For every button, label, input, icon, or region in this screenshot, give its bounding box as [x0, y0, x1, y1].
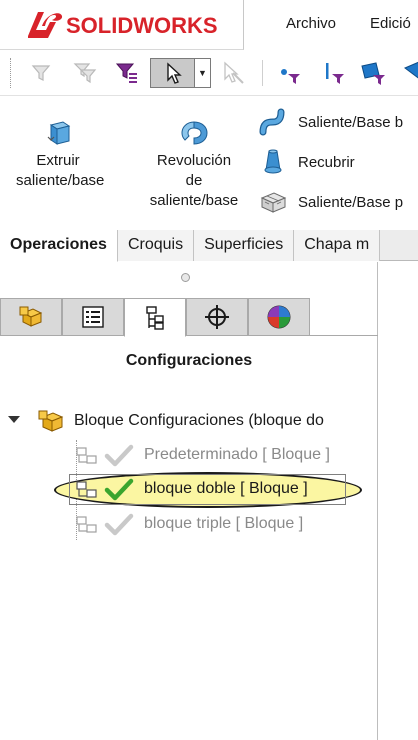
menu-archivo[interactable]: Archivo: [286, 15, 336, 32]
revolve-icon: [181, 121, 208, 145]
loft-label: Recubrir: [298, 153, 355, 171]
config-label: bloque doble [ Bloque ]: [144, 480, 308, 497]
check-icon: [104, 513, 134, 536]
solidworks-logo[interactable]: SOLIDWORKS: [0, 0, 244, 50]
features-ribbon: Extruir saliente/base Revolución de sali…: [0, 97, 418, 230]
tab-superficies[interactable]: Superficies: [194, 230, 295, 261]
extrude-icon: [47, 121, 71, 145]
select-pointer-icon[interactable]: [150, 58, 195, 88]
loft-boss-button[interactable]: Recubrir: [258, 147, 355, 177]
panel-grip[interactable]: [181, 273, 190, 282]
select-dropdown-icon[interactable]: ▼: [195, 58, 211, 88]
configuration-icon: [76, 481, 97, 498]
cone-icon[interactable]: [398, 58, 418, 88]
point-icon[interactable]: [274, 58, 304, 88]
property-manager-icon[interactable]: [62, 298, 124, 336]
configuration-icon: [76, 516, 97, 533]
toolbar-separator: [262, 60, 263, 86]
panel-title: Configuraciones: [125, 352, 253, 369]
extrude-label-2: saliente/base: [16, 172, 105, 189]
selection-toolbar: ▼: [0, 50, 418, 96]
active-check-icon: [104, 478, 134, 501]
feature-manager-icon[interactable]: [0, 298, 62, 336]
config-item-bloque-doble[interactable]: bloque doble [ Bloque ]: [76, 474, 308, 504]
sweep-label: Saliente/Base b: [298, 113, 404, 131]
configuration-icon: [76, 447, 97, 464]
filter-icon[interactable]: [26, 58, 56, 88]
extrude-boss-button[interactable]: Extruir saliente/base: [16, 119, 105, 191]
tab-operaciones[interactable]: Operaciones: [0, 230, 118, 262]
face-filter-icon[interactable]: [358, 58, 388, 88]
config-item-predeterminado[interactable]: Predeterminado [ Bloque ]: [76, 440, 330, 470]
filter-selection-icon[interactable]: [112, 58, 142, 88]
command-manager-tabs: Operaciones Croquis Superficies Chapa m: [0, 230, 418, 262]
tab-croquis[interactable]: Croquis: [117, 230, 195, 261]
graphics-area[interactable]: [379, 262, 418, 740]
ds-logo-icon: [28, 12, 63, 38]
menu-edicion[interactable]: Edició: [370, 15, 411, 32]
loft-icon: [258, 147, 288, 177]
logo-text: SOLIDWORKS: [66, 13, 218, 38]
dimxpert-icon[interactable]: [186, 298, 248, 336]
panel-tabs: [0, 298, 378, 337]
smart-select-icon[interactable]: [218, 58, 248, 88]
display-manager-icon[interactable]: [248, 298, 310, 336]
configuration-manager-icon[interactable]: [124, 298, 186, 337]
check-icon: [104, 444, 134, 467]
config-label: bloque triple [ Bloque ]: [144, 515, 304, 532]
boundary-label: Saliente/Base p: [298, 193, 404, 211]
filter-toolbar-icon[interactable]: [70, 58, 100, 88]
config-root-label: Bloque Configuraciones (bloque do: [74, 412, 324, 429]
title-bar: SOLIDWORKS Archivo Edició: [0, 0, 418, 50]
revolve-label-2: de: [185, 172, 203, 189]
revolve-label-1: Revolución: [156, 152, 232, 169]
sweep-icon: [258, 107, 288, 137]
boundary-icon: [258, 187, 288, 217]
tab-chapa-metalica[interactable]: Chapa m: [294, 230, 381, 261]
config-item-bloque-triple[interactable]: bloque triple [ Bloque ]: [76, 509, 303, 539]
extrude-label-1: Extruir: [36, 152, 80, 169]
toolbar-grip[interactable]: [10, 58, 13, 88]
part-icon: [38, 410, 64, 432]
config-label: Predeterminado [ Bloque ]: [144, 446, 330, 463]
config-root-item[interactable]: Bloque Configuraciones (bloque do: [36, 406, 324, 436]
vertex-filter-icon[interactable]: [318, 58, 348, 88]
expand-collapse-icon[interactable]: [8, 416, 20, 423]
revolve-boss-button[interactable]: Revolución de saliente/base: [140, 119, 248, 211]
revolve-label-3: saliente/base: [149, 192, 239, 209]
boundary-boss-button[interactable]: Saliente/Base p: [258, 187, 403, 217]
swept-boss-button[interactable]: Saliente/Base b: [258, 107, 403, 137]
